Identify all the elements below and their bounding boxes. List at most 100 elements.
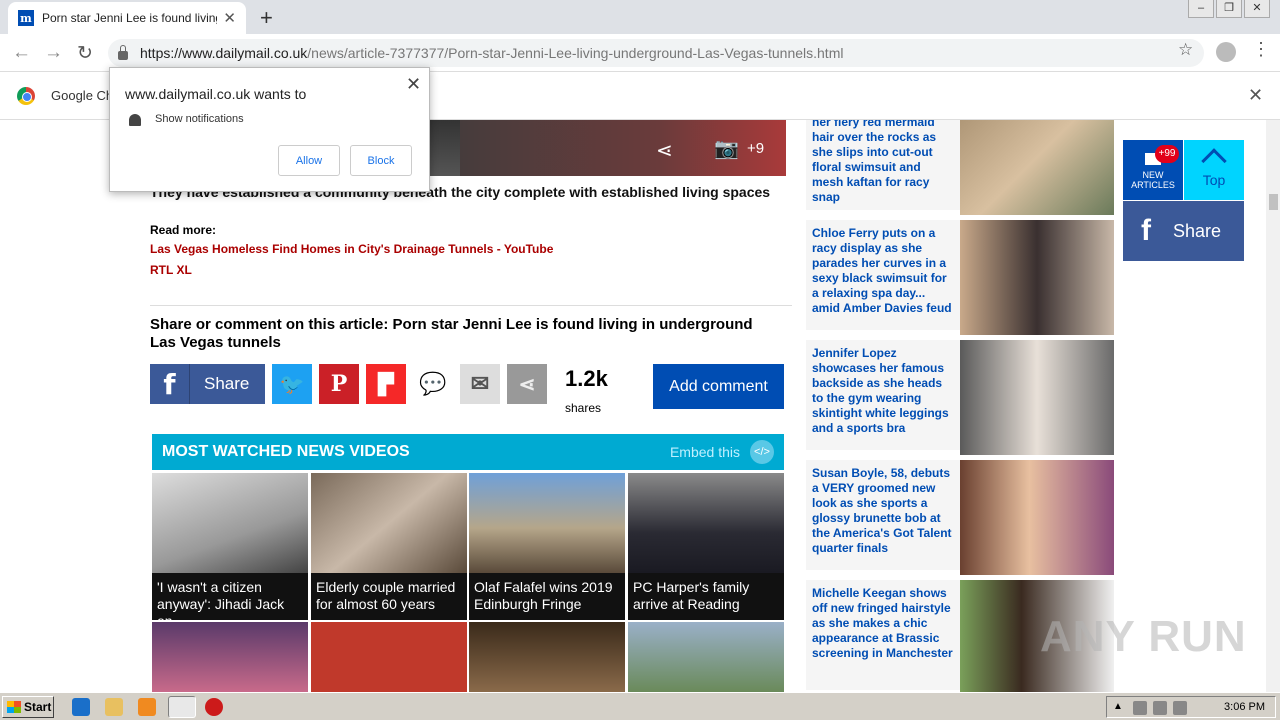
minimize-icon[interactable]: – xyxy=(1188,0,1214,18)
dialog-close-icon[interactable]: ✕ xyxy=(406,74,421,95)
clock[interactable]: 3:06 PM xyxy=(1224,701,1265,713)
video-caption: 'I wasn't a citizen anyway': Jihadi Jack… xyxy=(152,573,308,620)
read-more-label: Read more: xyxy=(150,223,217,237)
facebook-icon: f xyxy=(1141,214,1151,247)
email-icon: ✉ xyxy=(470,371,490,396)
flipboard-icon: ▛ xyxy=(378,373,394,396)
sidebar-story[interactable]: Jennifer Lopez showcases her famous back… xyxy=(806,340,1114,455)
embed-link[interactable]: Embed this xyxy=(670,444,740,460)
maximize-icon[interactable]: ❐ xyxy=(1216,0,1242,18)
action-center-icon[interactable] xyxy=(1173,701,1187,715)
anyrun-watermark: ANY RUN xyxy=(1040,612,1247,661)
back-icon[interactable]: ← xyxy=(12,42,31,64)
bookmark-star-icon[interactable]: ☆ xyxy=(1178,40,1193,60)
sidebar-story-image xyxy=(960,120,1114,215)
page-content: ⋖ 📷 +9 They have established a community… xyxy=(0,120,1266,692)
photo-count: +9 xyxy=(747,140,765,157)
url-text: https://www.dailymail.co.uk/news/article… xyxy=(140,45,843,61)
video-caption: PC Harper's family arrive at Reading xyxy=(628,573,784,620)
pinterest-share-button[interactable]: P xyxy=(319,364,359,404)
close-tab-icon[interactable]: ✕ xyxy=(223,9,236,27)
email-share-button[interactable]: ✉ xyxy=(460,364,500,404)
forward-icon[interactable]: → xyxy=(44,42,63,64)
tab-title: Porn star Jenni Lee is found living in xyxy=(42,11,217,25)
url-path: /news/article-7377377/Porn-star-Jenni-Le… xyxy=(307,45,844,61)
divider xyxy=(150,305,792,306)
camera-icon[interactable]: 📷 xyxy=(714,136,739,161)
video-tile[interactable]: 'I wasn't a citizen anyway': Jihadi Jack… xyxy=(152,473,308,620)
back-to-top-button[interactable]: Top xyxy=(1184,140,1244,200)
menu-kebab-icon[interactable]: ⋮ xyxy=(1252,39,1270,60)
start-button[interactable]: Start xyxy=(2,696,54,718)
share-more-icon: ⋖ xyxy=(518,373,536,396)
facebook-floating-share-button[interactable]: f Share xyxy=(1123,201,1244,261)
messenger-share-button[interactable]: 💬 xyxy=(413,364,453,404)
media-player-icon[interactable] xyxy=(138,698,156,716)
new-tab-icon[interactable]: + xyxy=(260,5,273,31)
shares-label: shares xyxy=(565,401,602,415)
video-thumbnail xyxy=(152,473,308,573)
allow-button[interactable]: Allow xyxy=(278,145,340,176)
sidebar-story[interactable]: Susan Boyle, 58, debuts a VERY groomed n… xyxy=(806,460,1114,575)
chrome-logo-icon xyxy=(17,87,35,105)
facebook-share-button[interactable]: f Share xyxy=(150,364,265,404)
most-watched-title: MOST WATCHED NEWS VIDEOS xyxy=(162,443,410,460)
sidebar-story-text: Jennifer Lopez showcases her famous back… xyxy=(812,346,949,435)
dialog-text: Show notifications xyxy=(155,113,244,125)
floating-widget: +99 NEW ARTICLES Top f Share xyxy=(1123,140,1244,261)
video-tile[interactable]: Olaf Falafel wins 2019 Edinburgh Fringe xyxy=(469,473,625,620)
video-tile[interactable] xyxy=(628,622,784,692)
sidebar-story-text: Susan Boyle, 58, debuts a VERY groomed n… xyxy=(812,466,952,555)
file-explorer-icon[interactable] xyxy=(105,698,123,716)
embed-code-icon[interactable]: </> xyxy=(750,440,774,464)
more-share-button[interactable]: ⋖ xyxy=(507,364,547,404)
chrome-taskbar-button[interactable] xyxy=(168,696,196,718)
add-comment-button[interactable]: Add comment xyxy=(653,364,784,409)
twitter-share-button[interactable]: 🐦 xyxy=(272,364,312,404)
video-tile[interactable]: Elderly couple married for almost 60 yea… xyxy=(311,473,467,620)
new-articles-button[interactable]: +99 NEW ARTICLES xyxy=(1123,140,1183,200)
reload-icon[interactable]: ↻ xyxy=(77,42,93,65)
video-tile[interactable]: PC Harper's family arrive at Reading xyxy=(628,473,784,620)
bell-icon xyxy=(129,114,141,126)
twitter-icon: 🐦 xyxy=(279,373,305,396)
video-tile[interactable] xyxy=(152,622,308,692)
browser-tab[interactable]: m Porn star Jenni Lee is found living in… xyxy=(8,2,246,34)
messenger-icon: 💬 xyxy=(419,371,447,396)
internet-explorer-icon[interactable] xyxy=(72,698,90,716)
read-more-link[interactable]: Las Vegas Homeless Find Homes in City's … xyxy=(150,242,553,256)
sidebar-story-image xyxy=(960,340,1114,455)
network-icon[interactable] xyxy=(1133,701,1147,715)
share-label: Share xyxy=(1173,220,1222,241)
lock-icon xyxy=(118,44,128,60)
sidebar-story-text: Lindsey Bolton lift spot her fiery red m… xyxy=(812,120,937,204)
share-label: Share xyxy=(204,374,250,393)
most-watched-header: MOST WATCHED NEWS VIDEOS Embed this </> xyxy=(152,434,784,470)
sidebar-story[interactable]: Chloe Ferry puts on a racy display as sh… xyxy=(806,220,1114,335)
address-bar[interactable]: https://www.dailymail.co.uk/news/article… xyxy=(108,39,1204,67)
top-label: Top xyxy=(1202,172,1226,188)
volume-icon[interactable] xyxy=(1153,701,1167,715)
infobar-close-icon[interactable]: ✕ xyxy=(1248,85,1263,106)
video-thumbnail xyxy=(628,473,784,573)
share-icon[interactable]: ⋖ xyxy=(656,138,673,163)
sidebar-story[interactable]: Lindsey Bolton lift spot her fiery red m… xyxy=(806,120,1114,215)
system-tray: ▲ 3:06 PM xyxy=(1106,696,1276,718)
video-thumbnail xyxy=(311,473,467,573)
account-icon[interactable] xyxy=(1216,42,1236,62)
tray-expand-icon[interactable]: ▲ xyxy=(1113,701,1127,715)
share-count: 1.2k xyxy=(565,366,608,391)
opera-icon[interactable] xyxy=(205,698,223,716)
scrollbar-thumb[interactable] xyxy=(1269,194,1278,210)
read-more-link[interactable]: RTL XL xyxy=(150,263,192,277)
close-window-icon[interactable]: ✕ xyxy=(1244,0,1270,18)
video-tile[interactable] xyxy=(469,622,625,692)
dialog-title: www.dailymail.co.uk wants to xyxy=(125,86,307,102)
block-button[interactable]: Block xyxy=(350,145,412,176)
video-caption: Elderly couple married for almost 60 yea… xyxy=(311,573,467,620)
video-tile[interactable] xyxy=(311,622,467,692)
flipboard-share-button[interactable]: ▛ xyxy=(366,364,406,404)
page-scrollbar[interactable] xyxy=(1266,120,1280,692)
facebook-icon: f xyxy=(150,364,190,404)
tab-strip: m Porn star Jenni Lee is found living in… xyxy=(0,0,1280,34)
